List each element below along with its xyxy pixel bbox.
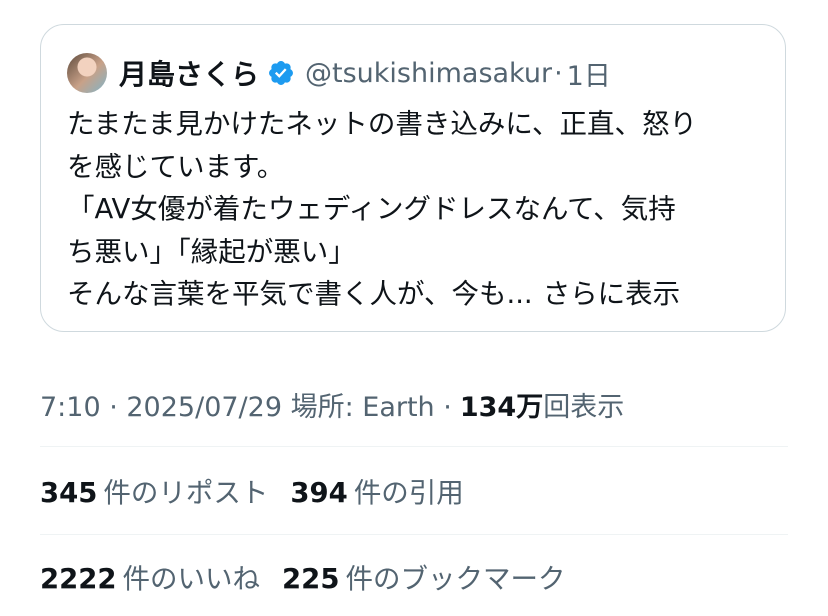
show-more-link[interactable]: さらに表示 bbox=[543, 278, 681, 310]
handle[interactable]: @tsukishimasakur bbox=[305, 58, 552, 89]
tweet-text-line: ち悪い」「縁起が悪い」 bbox=[67, 235, 356, 268]
views-label: 回表示 bbox=[543, 391, 625, 423]
divider bbox=[40, 534, 788, 535]
tweet-text-line: たまたま見かけたネットの書き込みに、正直、怒り bbox=[67, 108, 698, 140]
views-count: 134万 bbox=[459, 391, 544, 423]
quoted-tweet-text: たまたま見かけたネットの書き込みに、正直、怒り を感じています。 「AV女優が着… bbox=[67, 103, 767, 316]
separator-dot: · bbox=[554, 57, 563, 89]
bookmarks-stat[interactable]: 225 件のブックマーク bbox=[282, 556, 565, 596]
verified-badge-icon bbox=[269, 61, 293, 85]
quotes-label: 件の引用 bbox=[353, 477, 464, 509]
reposts-label: 件のリポスト bbox=[103, 477, 269, 509]
quoted-tweet-card[interactable]: 月島さくら @tsukishimasakur · 1日 たまたま見かけたネットの… bbox=[40, 24, 786, 332]
tweet-text-line: 「AV女優が着たウェディングドレスなんて、気持 bbox=[67, 193, 676, 225]
quoted-tweet-header: 月島さくら @tsukishimasakur · 1日 bbox=[67, 53, 611, 93]
tweet-text-line: を感じています。 bbox=[67, 150, 285, 183]
quotes-count: 394 bbox=[290, 477, 348, 509]
bookmarks-label: 件のブックマーク bbox=[345, 563, 566, 595]
stats-row-likes: 2222 件のいいね 225 件のブックマーク bbox=[40, 554, 587, 598]
tweet-meta: 7:10 · 2025/07/29 場所: Earth · 134万 回表示 bbox=[40, 384, 624, 424]
stats-row-engagement: 345 件のリポスト 394 件の引用 bbox=[40, 468, 486, 512]
likes-label: 件のいいね bbox=[122, 563, 261, 595]
bookmarks-count: 225 bbox=[282, 563, 340, 595]
reposts-stat[interactable]: 345 件のリポスト bbox=[40, 470, 268, 510]
display-name[interactable]: 月島さくら bbox=[119, 53, 259, 93]
reposts-count: 345 bbox=[40, 477, 98, 509]
tweet-text-line: そんな言葉を平気で書く人が、今も... bbox=[67, 278, 533, 310]
quotes-stat[interactable]: 394 件の引用 bbox=[290, 470, 463, 510]
likes-stat[interactable]: 2222 件のいいね bbox=[40, 556, 260, 596]
avatar[interactable] bbox=[67, 53, 107, 93]
tweet-text-line-last: そんな言葉を平気で書く人が、今も... さらに表示 bbox=[67, 273, 767, 316]
timestamp-location[interactable]: 7:10 · 2025/07/29 場所: Earth · bbox=[40, 385, 452, 424]
relative-time[interactable]: 1日 bbox=[567, 54, 611, 93]
divider bbox=[40, 446, 788, 447]
likes-count: 2222 bbox=[40, 563, 117, 595]
